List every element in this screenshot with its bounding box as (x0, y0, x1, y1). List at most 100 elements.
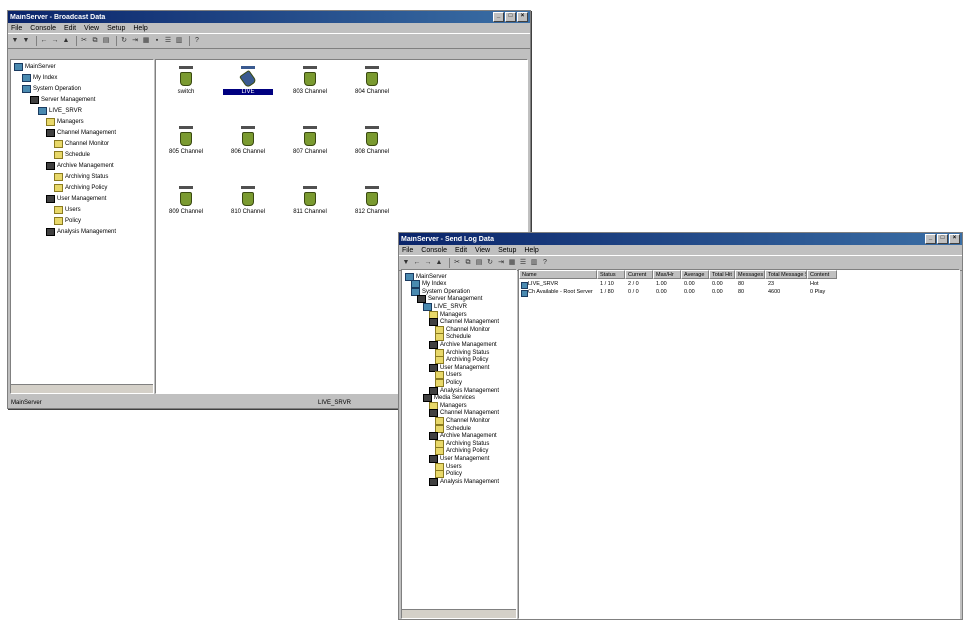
table-row[interactable]: Ch Available - Root Server 1 / 80 0 / 0 0.0… (519, 289, 837, 297)
list-icon[interactable]: ☰ (519, 259, 527, 267)
column-header[interactable]: Max/Hr (653, 270, 681, 279)
horizontal-scrollbar[interactable] (402, 609, 516, 618)
export-icon[interactable]: ⇥ (497, 259, 505, 267)
menu-file[interactable]: File (402, 247, 413, 254)
menu-help[interactable]: Help (524, 247, 538, 254)
title-bar[interactable]: MainServer - Send Log Data _ □ × (399, 233, 962, 245)
menu-view[interactable]: View (84, 25, 99, 32)
channel-item[interactable]: 803 Channel (285, 66, 335, 106)
channel-item[interactable]: LIVE (223, 66, 273, 106)
channel-item[interactable]: 806 Channel (223, 126, 273, 166)
tree-item[interactable]: Managers (46, 117, 84, 126)
column-header[interactable]: Name (519, 270, 597, 279)
tree-item[interactable]: Archiving Policy (54, 183, 107, 192)
filter-icon[interactable]: ▼ (22, 37, 30, 45)
channel-icon (180, 72, 192, 86)
refresh-icon[interactable]: ↻ (120, 37, 128, 45)
folder-up-icon[interactable]: ▲ (435, 259, 443, 267)
tree-item[interactable]: LIVE_SRVR (38, 106, 82, 115)
column-header[interactable]: Total Message Size (765, 270, 807, 279)
tree-item[interactable]: User Management (46, 194, 106, 203)
channel-item[interactable]: 808 Channel (347, 126, 397, 166)
channel-icon (366, 132, 378, 146)
paste-icon[interactable]: ▤ (102, 37, 110, 45)
channel-item[interactable]: 811 Channel (285, 186, 335, 226)
tree-item[interactable]: Policy (54, 216, 81, 225)
horizontal-scrollbar[interactable] (11, 384, 153, 393)
copy-icon[interactable]: ⧉ (91, 37, 99, 45)
tree-item[interactable]: Channel Monitor (54, 139, 109, 148)
tree-item[interactable]: MainServer (14, 62, 56, 71)
menu-help[interactable]: Help (133, 25, 147, 32)
channel-item[interactable]: 812 Channel (347, 186, 397, 226)
channel-item[interactable]: 807 Channel (285, 126, 335, 166)
tree-item[interactable]: Analysis Management (46, 227, 116, 236)
column-header[interactable]: Status (597, 270, 625, 279)
tree-item[interactable]: Archiving Status (54, 172, 108, 181)
paste-icon[interactable]: ▤ (475, 259, 483, 267)
menu-setup[interactable]: Setup (107, 25, 125, 32)
column-header[interactable]: Content (807, 270, 837, 279)
back-icon[interactable]: ← (413, 259, 421, 267)
maximize-button[interactable]: □ (505, 12, 516, 22)
close-button[interactable]: × (517, 12, 528, 22)
tree-item[interactable]: Channel Management (46, 128, 116, 137)
details-pane[interactable]: Name Status Current Max/Hr Average Total Hit M… (518, 269, 960, 619)
title-bar[interactable]: MainServer - Broadcast Data _ □ × (8, 11, 530, 23)
column-header[interactable]: Average (681, 270, 709, 279)
tree-item[interactable]: Users (54, 205, 81, 214)
channel-icon (241, 66, 255, 69)
help-icon[interactable]: ? (541, 259, 549, 267)
tree-pane[interactable]: MainServer My Index System Operation Server… (401, 269, 517, 619)
tree-item[interactable]: My Index (22, 73, 57, 82)
channel-label: 810 Channel (230, 209, 266, 215)
menu-view[interactable]: View (475, 247, 490, 254)
menu-setup[interactable]: Setup (498, 247, 516, 254)
minimize-button[interactable]: _ (493, 12, 504, 22)
filter-icon[interactable]: ▼ (11, 37, 19, 45)
maximize-button[interactable]: □ (937, 234, 948, 244)
tree-item-label: User Management (440, 455, 490, 462)
channel-item[interactable]: 805 Channel (161, 126, 211, 166)
tree-item-label: MainServer (25, 63, 56, 70)
close-button[interactable]: × (949, 234, 960, 244)
tree-item[interactable]: Server Management (30, 95, 95, 104)
details-icon[interactable]: ▥ (530, 259, 538, 267)
tree-item[interactable]: System Operation (22, 84, 81, 93)
details-icon[interactable]: ▥ (175, 37, 183, 45)
cut-icon[interactable]: ✂ (453, 259, 461, 267)
large-icons-icon[interactable]: ▦ (508, 259, 516, 267)
column-header[interactable]: Current (625, 270, 653, 279)
tree-item[interactable]: Archive Management (46, 161, 114, 170)
export-icon[interactable]: ⇥ (131, 37, 139, 45)
refresh-icon[interactable]: ↻ (486, 259, 494, 267)
filter-icon[interactable]: ▼ (402, 259, 410, 267)
small-icons-icon[interactable]: ▪ (153, 37, 161, 45)
folder-up-icon[interactable]: ▲ (62, 37, 70, 45)
menu-console[interactable]: Console (30, 25, 56, 32)
channel-item[interactable]: 810 Channel (223, 186, 273, 226)
cut-icon[interactable]: ✂ (80, 37, 88, 45)
channel-item[interactable]: switch (161, 66, 211, 106)
minimize-button[interactable]: _ (925, 234, 936, 244)
tree-pane[interactable]: MainServer My Index System Operation Server… (10, 59, 154, 394)
menu-file[interactable]: File (11, 25, 22, 32)
menu-edit[interactable]: Edit (455, 247, 467, 254)
forward-icon[interactable]: → (424, 259, 432, 267)
channel-item[interactable]: 809 Channel (161, 186, 211, 226)
tree-item[interactable]: Schedule (54, 150, 90, 159)
copy-icon[interactable]: ⧉ (464, 259, 472, 267)
large-icons-icon[interactable]: ▦ (142, 37, 150, 45)
list-icon[interactable]: ☰ (164, 37, 172, 45)
column-header[interactable]: Messages (735, 270, 765, 279)
tree-item[interactable]: Analysis Management (429, 477, 499, 486)
column-header[interactable]: Total Hit (709, 270, 735, 279)
menu-edit[interactable]: Edit (64, 25, 76, 32)
menu-console[interactable]: Console (421, 247, 447, 254)
channel-item[interactable]: 804 Channel (347, 66, 397, 106)
folder-icon (46, 117, 55, 126)
forward-icon[interactable]: → (51, 37, 59, 45)
help-icon[interactable]: ? (193, 37, 201, 45)
back-icon[interactable]: ← (40, 37, 48, 45)
table-row[interactable]: LIVE_SRVR 1 / 10 2 / 0 1.00 0.00 0.00 80 23 Hot (519, 281, 837, 289)
